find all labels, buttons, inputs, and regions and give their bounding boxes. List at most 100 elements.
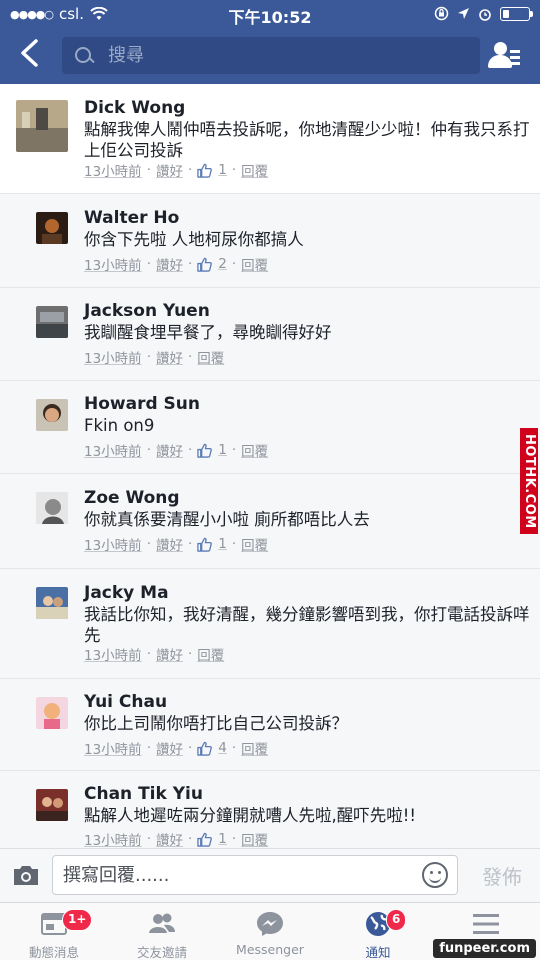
reply-button[interactable]: 回覆 — [241, 534, 268, 554]
like-button[interactable]: 讚好 — [156, 254, 183, 274]
avatar[interactable] — [36, 789, 68, 821]
search-bar[interactable] — [62, 37, 480, 74]
thumbs-up-icon — [197, 443, 213, 458]
like-count[interactable]: 1 — [218, 442, 227, 458]
avatar[interactable] — [36, 399, 68, 431]
like-button[interactable]: 讚好 — [156, 534, 183, 554]
thumbs-up-icon — [197, 741, 213, 756]
comment-author[interactable]: Yui Chau — [84, 692, 167, 712]
like-count[interactable]: 1 — [218, 831, 227, 847]
reply-input[interactable] — [52, 855, 458, 895]
comment-meta: 13小時前 · 讚好 · 回覆 — [84, 347, 225, 367]
watermark-side: HOTHK.COM — [520, 428, 538, 534]
top-bar: ●●●●○ csl. 下午10:52 — [0, 0, 540, 84]
comment-author[interactable]: Zoe Wong — [84, 488, 180, 508]
tab-label: 交友邀請 — [136, 945, 187, 960]
status-bar: ●●●●○ csl. 下午10:52 — [0, 0, 540, 28]
reply-composer: 發佈 — [0, 848, 540, 902]
timestamp[interactable]: 13小時前 — [84, 644, 142, 664]
timestamp[interactable]: 13小時前 — [84, 347, 142, 367]
comment-author[interactable]: Walter Ho — [84, 208, 179, 228]
friends-list-button[interactable] — [488, 40, 520, 70]
orientation-lock-icon — [434, 6, 449, 21]
comment-text: 點解人地遲咗兩分鐘開就嘈人先啦,醒吓先啦!! — [84, 806, 416, 825]
post-button[interactable]: 發佈 — [482, 861, 522, 890]
tab-messenger[interactable]: Messenger — [216, 903, 324, 960]
timestamp[interactable]: 13小時前 — [84, 738, 142, 758]
avatar[interactable] — [36, 212, 68, 244]
like-count[interactable]: 1 — [218, 162, 227, 178]
like-button[interactable]: 讚好 — [156, 160, 183, 180]
comment-meta: 13小時前 · 讚好 · 1 · 回覆 — [84, 440, 269, 460]
avatar[interactable] — [36, 306, 68, 338]
comment-list: Dick Wong 點解我俾人鬧仲唔去投訴呢，你地清醒少少啦！仲有我只系打上佢公… — [0, 84, 540, 849]
comment-text: Fkin on9 — [84, 416, 155, 435]
like-button[interactable]: 讚好 — [156, 738, 183, 758]
like-count[interactable]: 2 — [218, 256, 227, 272]
person-icon — [494, 42, 507, 55]
tab-friend-requests[interactable]: 交友邀請 — [108, 903, 216, 960]
timestamp[interactable]: 13小時前 — [84, 254, 142, 274]
friend-requests-icon — [149, 913, 175, 933]
thumbs-up-icon — [197, 163, 213, 178]
tab-notifications[interactable]: 6 通知 — [324, 903, 432, 960]
comment-author[interactable]: Jacky Ma — [84, 583, 169, 603]
avatar[interactable] — [36, 587, 68, 619]
timestamp[interactable]: 13小時前 — [84, 440, 142, 460]
notifications-badge: 6 — [386, 909, 407, 931]
comment-text: 你含下先啦 人地柯尿你都搞人 — [84, 230, 304, 249]
reply-button[interactable]: 回覆 — [241, 738, 268, 758]
comment-text: 我瞓醒食埋早餐了，尋晚瞓得好好 — [84, 323, 332, 342]
reply-button[interactable]: 回覆 — [241, 160, 268, 180]
reply-item: Jacky Ma 我話比你知，我好清醒，幾分鐘影響唔到我，你打電話投訴咩先 13… — [0, 569, 540, 679]
search-input[interactable] — [108, 45, 448, 66]
comment-meta: 13小時前 · 讚好 · 1 · 回覆 — [84, 829, 269, 849]
reply-item: Walter Ho 你含下先啦 人地柯尿你都搞人 13小時前 · 讚好 · 2 · 回… — [0, 194, 540, 288]
battery-icon — [500, 6, 533, 21]
menu-icon — [473, 914, 499, 934]
comment-author[interactable]: Jackson Yuen — [84, 301, 210, 321]
search-icon — [74, 46, 94, 66]
comment-text: 點解我俾人鬧仲唔去投訴呢，你地清醒少少啦！仲有我只系打上佢公司投訴 — [84, 120, 530, 160]
reply-item: Zoe Wong 你就真係要清醒小小啦 廁所都唔比人去 13小時前 · 讚好 · 1… — [0, 474, 540, 569]
thumbs-up-icon — [197, 832, 213, 847]
chevron-left-icon — [21, 39, 38, 67]
reply-button[interactable]: 回覆 — [197, 644, 224, 664]
avatar[interactable] — [36, 492, 68, 524]
avatar[interactable] — [16, 100, 68, 152]
like-count[interactable]: 1 — [218, 536, 227, 552]
like-button[interactable]: 讚好 — [156, 440, 183, 460]
avatar[interactable] — [36, 697, 68, 729]
reply-button[interactable]: 回覆 — [197, 347, 224, 367]
comment-meta: 13小時前 · 讚好 · 1 · 回覆 — [84, 534, 269, 554]
comment-author[interactable]: Howard Sun — [84, 394, 200, 414]
emoji-icon[interactable] — [422, 862, 448, 888]
like-button[interactable]: 讚好 — [156, 829, 183, 849]
timestamp[interactable]: 13小時前 — [84, 534, 142, 554]
comment-meta: 13小時前 · 讚好 · 2 · 回覆 — [84, 254, 269, 274]
watermark-bottom: funpeer.com — [433, 939, 536, 958]
like-button[interactable]: 讚好 — [156, 347, 183, 367]
reply-item: Jackson Yuen 我瞓醒食埋早餐了，尋晚瞓得好好 13小時前 · 讚好 · … — [0, 288, 540, 381]
like-count[interactable]: 4 — [218, 740, 227, 756]
tab-label: 通知 — [365, 945, 391, 960]
comment-author[interactable]: Chan Tik Yiu — [84, 784, 203, 804]
reply-button[interactable]: 回覆 — [241, 829, 268, 849]
tab-news-feed[interactable]: 1+ 動態消息 — [0, 903, 108, 960]
reply-button[interactable]: 回覆 — [241, 440, 268, 460]
reply-item: Howard Sun Fkin on9 13小時前 · 讚好 · 1 · 回覆 — [0, 381, 540, 474]
like-button[interactable]: 讚好 — [156, 644, 183, 664]
camera-icon — [14, 866, 38, 885]
reply-item: Yui Chau 你比上司鬧你唔打比自己公司投訴？ 13小時前 · 讚好 · 4 · … — [0, 679, 540, 771]
timestamp[interactable]: 13小時前 — [84, 160, 142, 180]
back-button[interactable] — [18, 38, 48, 72]
camera-button[interactable] — [12, 864, 40, 886]
thumbs-up-icon — [197, 537, 213, 552]
reply-button[interactable]: 回覆 — [241, 254, 268, 274]
thumbs-up-icon — [197, 257, 213, 272]
timestamp[interactable]: 13小時前 — [84, 829, 142, 849]
alarm-icon — [479, 8, 491, 21]
comment-text: 你比上司鬧你唔打比自己公司投訴？ — [84, 714, 348, 733]
tab-label: 動態消息 — [28, 945, 79, 960]
comment-author[interactable]: Dick Wong — [84, 98, 185, 118]
